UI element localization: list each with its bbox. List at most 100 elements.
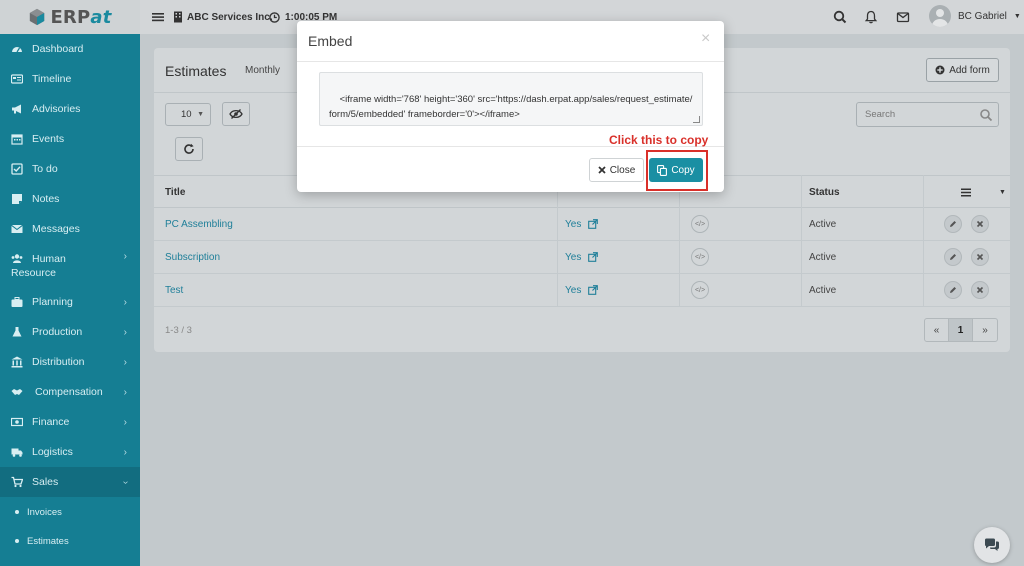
form-title-link[interactable]: PC Assembling — [165, 208, 233, 240]
menu-toggle-icon[interactable] — [150, 9, 166, 25]
close-icon — [976, 220, 984, 228]
avatar — [929, 5, 951, 27]
sidebar-item-finance[interactable]: Finance › — [0, 407, 140, 437]
status-text: Active — [809, 218, 837, 230]
external-link-icon — [588, 285, 599, 295]
close-icon[interactable]: × — [701, 30, 710, 48]
logo-text: ERPat — [50, 6, 112, 28]
embed-code-icon[interactable]: </> — [691, 215, 709, 233]
bell-icon[interactable] — [863, 9, 879, 25]
column-visibility-button[interactable] — [222, 102, 250, 126]
external-link-icon — [588, 219, 599, 229]
sidebar-item-human-resource[interactable]: Human Resource › — [0, 244, 140, 284]
clock-icon — [269, 11, 280, 23]
edit-button[interactable] — [944, 248, 962, 266]
resize-handle[interactable] — [693, 116, 700, 123]
search-input[interactable]: Search — [856, 102, 999, 127]
company-name: ABC Services Inc. — [187, 11, 273, 23]
megaphone-icon — [12, 104, 21, 114]
user-name: BC Gabriel — [958, 10, 1007, 22]
public-link[interactable]: Yes — [565, 274, 599, 306]
chevron-down-icon: › — [119, 480, 131, 484]
sidebar-item-events[interactable]: Events — [0, 124, 140, 154]
sidebar-item-messages[interactable]: Messages — [0, 214, 140, 244]
table-row: Test Yes </> Active — [154, 274, 1010, 307]
embed-code-textarea[interactable]: <iframe width='768' height='360' src='ht… — [319, 72, 703, 126]
next-page-button[interactable]: » — [973, 319, 997, 341]
sidebar-item-planning[interactable]: Planning › — [0, 287, 140, 317]
logo-cube-icon — [30, 8, 45, 26]
annotation-highlight-box — [646, 150, 708, 191]
edit-button[interactable] — [944, 215, 962, 233]
column-header-status[interactable]: Status — [809, 176, 840, 208]
chevron-right-icon: › — [123, 251, 127, 262]
sidebar-item-notes[interactable]: Notes — [0, 184, 140, 214]
flask-icon — [12, 327, 22, 337]
sidebar-item-logistics[interactable]: Logistics › — [0, 437, 140, 467]
sidebar-item-sales[interactable]: Sales › — [0, 467, 140, 497]
mail-icon[interactable] — [895, 9, 911, 25]
calendar-icon — [11, 134, 23, 145]
form-title-link[interactable]: Subscription — [165, 241, 220, 273]
close-icon — [976, 253, 984, 261]
table-row: PC Assembling Yes </> Active — [154, 208, 1010, 241]
page-size-select[interactable]: 10 ▼ — [165, 103, 211, 126]
embed-code-icon[interactable]: </> — [691, 281, 709, 299]
refresh-button[interactable] — [175, 137, 203, 161]
sidebar: Dashboard Timeline Advisories Events To … — [0, 34, 140, 566]
pagination: « 1 » — [924, 318, 998, 342]
record-count: 1-3 / 3 — [165, 325, 192, 336]
external-link-icon — [588, 252, 599, 262]
app-logo[interactable]: ERPat — [0, 0, 140, 34]
caret-down-icon: ▼ — [1013, 12, 1021, 20]
chevron-right-icon: › — [123, 296, 127, 308]
form-title-link[interactable]: Test — [165, 274, 183, 306]
sidebar-item-compensation[interactable]: Compensation › — [0, 377, 140, 407]
table-row: Subscription Yes </> Active — [154, 241, 1010, 274]
sidebar-item-advisories[interactable]: Advisories — [0, 94, 140, 124]
bullet-icon — [15, 539, 19, 543]
embed-code-icon[interactable]: </> — [691, 248, 709, 266]
sidebar-item-timeline[interactable]: Timeline — [0, 64, 140, 94]
company-selector[interactable]: ABC Services Inc. — [173, 0, 273, 34]
delete-button[interactable] — [971, 248, 989, 266]
timeline-icon — [11, 74, 23, 84]
pencil-icon — [950, 221, 956, 227]
annotation-label: Click this to copy — [609, 133, 709, 147]
sidebar-subitem-invoices[interactable]: Invoices — [0, 498, 140, 526]
dashboard-icon — [12, 47, 22, 53]
users-icon — [11, 254, 23, 263]
delete-button[interactable] — [971, 281, 989, 299]
plus-circle-icon — [935, 65, 945, 75]
edit-button[interactable] — [944, 281, 962, 299]
delete-button[interactable] — [971, 215, 989, 233]
envelope-icon — [11, 224, 23, 233]
tab-monthly[interactable]: Monthly — [245, 65, 280, 76]
add-form-button[interactable]: Add form — [926, 58, 999, 82]
search-icon — [980, 109, 993, 122]
chat-button[interactable] — [974, 527, 1010, 563]
user-menu[interactable]: BC Gabriel ▼ — [929, 5, 1021, 27]
page-1-button[interactable]: 1 — [949, 319, 973, 341]
sidebar-item-distribution[interactable]: Distribution › — [0, 347, 140, 377]
search-icon[interactable] — [832, 9, 848, 25]
sidebar-item-todo[interactable]: To do — [0, 154, 140, 184]
caret-down-icon[interactable]: ▼ — [999, 176, 1006, 208]
column-header-title[interactable]: Title — [165, 176, 185, 208]
column-options-menu[interactable] — [961, 176, 971, 208]
pencil-icon — [950, 287, 956, 293]
sidebar-item-production[interactable]: Production › — [0, 317, 140, 347]
close-button[interactable]: Close — [589, 158, 644, 182]
chevron-right-icon: › — [123, 386, 127, 398]
sidebar-subitem-estimates[interactable]: Estimates — [0, 527, 140, 555]
close-icon — [598, 166, 606, 174]
eye-slash-icon — [229, 109, 243, 119]
public-link[interactable]: Yes — [565, 241, 599, 273]
caret-down-icon: ▼ — [197, 111, 204, 118]
prev-page-button[interactable]: « — [925, 319, 949, 341]
refresh-icon — [184, 143, 194, 154]
close-icon — [976, 286, 984, 294]
embed-code-text: <iframe width='768' height='360' src='ht… — [329, 94, 693, 120]
sidebar-item-dashboard[interactable]: Dashboard — [0, 34, 140, 64]
public-link[interactable]: Yes — [565, 208, 599, 240]
